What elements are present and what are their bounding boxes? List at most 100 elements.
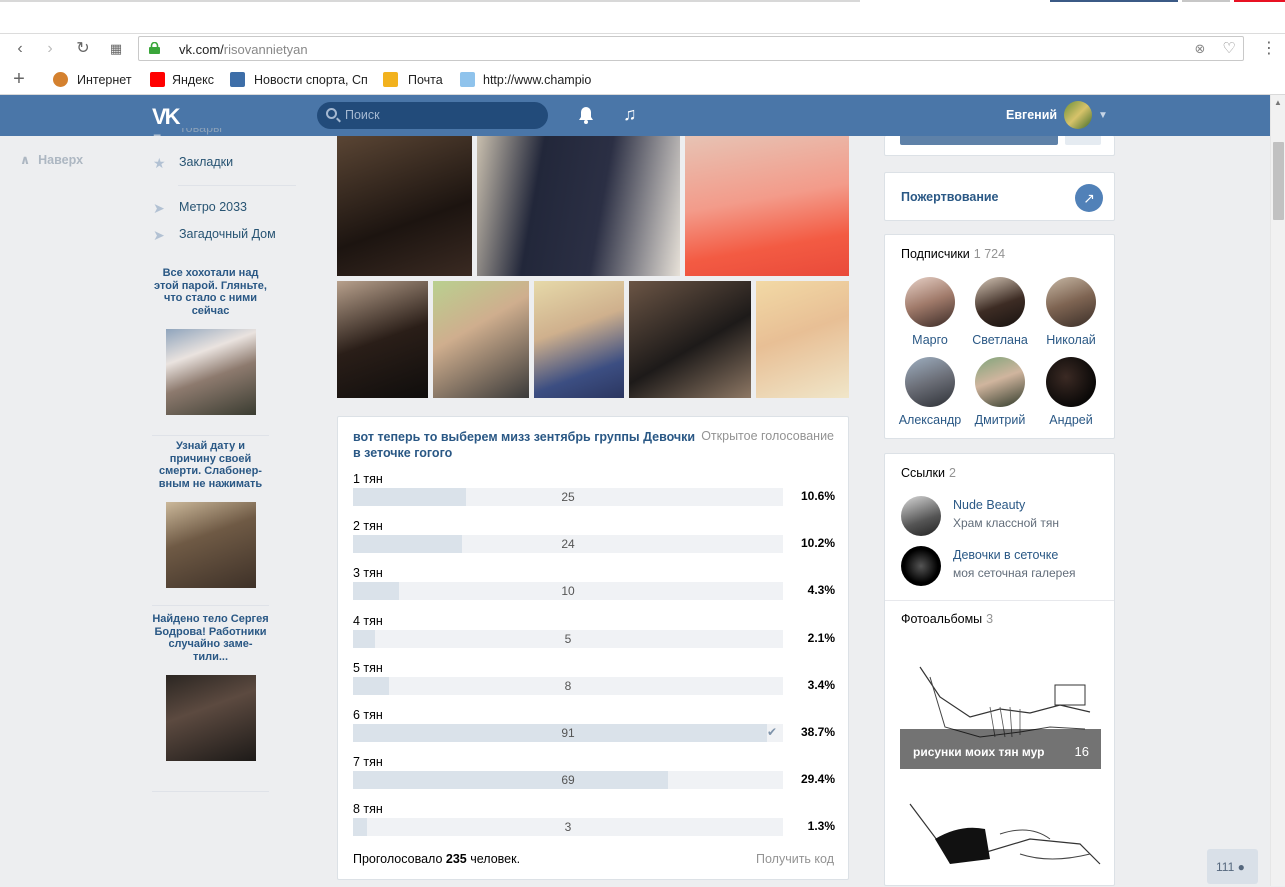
scroll-up-icon[interactable]: ▲ [1274,98,1282,107]
poll-option-bar[interactable]: 3 [353,818,783,836]
reload-icon[interactable]: ↻ [73,39,93,59]
subscribers-header[interactable]: Подписчики 1 724 [901,247,1005,261]
online-counter[interactable]: 111 ● [1207,849,1258,884]
ad-block[interactable]: Найдено тело Сергея Бодрова! Работники с… [152,613,269,762]
subscriber[interactable]: Дмитрий [968,357,1032,427]
tabs-grid-icon[interactable]: ▦ [106,39,126,59]
subscriber[interactable]: Андрей [1039,357,1103,427]
subscriber-name[interactable]: Светлана [968,333,1032,347]
ad-image[interactable] [165,502,256,589]
back-to-top-label: Наверх [38,153,84,167]
donate-card[interactable]: Пожертвование ↗ [884,172,1115,221]
album-cover[interactable]: рисунки моих тян мур 16 [900,637,1101,769]
poll-option[interactable]: 6 тян 91 ✔ 38.7% [353,708,835,742]
address-bar[interactable]: vk.com/risovannietyan ⊗ ♡ [138,36,1244,61]
album-cover[interactable] [900,784,1101,887]
link-title[interactable]: Nude Beauty [953,498,1025,512]
subscriber-name[interactable]: Александр [898,413,962,427]
avatar[interactable] [905,357,955,407]
poll-option[interactable]: 7 тян 69 29.4% [353,755,835,789]
ad-block[interactable]: Узнай дату и причину своей смерти. Слабо… [152,440,269,589]
poll-option[interactable]: 5 тян 8 3.4% [353,661,835,695]
poll-option-bar[interactable]: 8 [353,677,783,695]
subscriber[interactable]: Светлана [968,277,1032,347]
back-to-top-link[interactable]: ∧ Наверх [20,152,83,167]
wall-photo[interactable] [685,136,849,276]
albums-header[interactable]: Фотоальбомы 3 [901,612,993,626]
wall-photo[interactable] [756,281,849,398]
ad-image[interactable] [165,675,256,762]
url-host: vk.com/ [179,42,224,57]
poll-option[interactable]: 3 тян 10 4.3% [353,566,835,600]
left-menu-item[interactable]: Метро 2033 [179,200,247,214]
bookmark-3[interactable]: Новости спорта, Сп [254,73,368,87]
wall-photo[interactable] [337,281,428,398]
subscriber-name[interactable]: Андрей [1039,413,1103,427]
poll-option-bar[interactable]: 91 ✔ [353,724,783,742]
bookmark-1[interactable]: Интернет [77,73,132,87]
poll-option[interactable]: 4 тян 5 2.1% [353,614,835,648]
left-menu-item[interactable]: Закладки [179,155,233,169]
scrollbar[interactable]: ▲ [1270,95,1285,886]
ad-text[interactable]: Найдено тело Сергея Бодрова! Работники с… [152,613,269,663]
left-menu-item[interactable]: Загадочный Дом [179,227,276,241]
subscriber-name[interactable]: Марго [898,333,962,347]
ad-text[interactable]: Узнай дату и причину своей смерти. Слабо… [152,440,269,490]
bookmark-2[interactable]: Яндекс [172,73,214,87]
search-input[interactable]: Поиск [317,102,548,129]
chevron-down-icon[interactable]: ▼ [1098,110,1108,121]
poll-option-bar[interactable]: 24 [353,535,783,553]
poll-option-bar[interactable]: 69 [353,771,783,789]
primary-action-button[interactable] [900,136,1058,145]
left-menu-item[interactable]: Товары [179,128,222,136]
get-code-link[interactable]: Получить код [756,852,834,866]
subscriber-name[interactable]: Дмитрий [968,413,1032,427]
wall-photo[interactable] [534,281,624,398]
avatar[interactable] [901,546,941,586]
poll-option-bar[interactable]: 25 [353,488,783,506]
heart-icon[interactable]: ♡ [1221,41,1237,57]
wall-photo[interactable] [629,281,751,398]
poll-option[interactable]: 2 тян 24 10.2% [353,519,835,553]
back-icon[interactable]: ‹ [10,39,30,59]
avatar[interactable] [905,277,955,327]
avatar[interactable] [1046,357,1096,407]
subscriber[interactable]: Александр [898,357,962,427]
ad-text[interactable]: Все хохотали над этой парой. Гляньте, чт… [152,267,269,317]
avatar[interactable] [975,277,1025,327]
wall-photo[interactable] [477,136,680,276]
more-button[interactable] [1065,136,1101,145]
protect-icon[interactable]: ⊗ [1192,41,1208,57]
poll-option-percent: 10.2% [800,536,835,550]
bell-icon[interactable] [578,106,594,124]
wall-photo[interactable] [433,281,529,398]
user-name[interactable]: Евгений [1006,108,1057,122]
subscriber[interactable]: Марго [898,277,962,347]
forward-icon[interactable]: › [40,39,60,59]
subscriber-name[interactable]: Николай [1039,333,1103,347]
poll-option-bar[interactable]: 5 [353,630,783,648]
subscriber[interactable]: Николай [1039,277,1103,347]
poll-option[interactable]: 1 тян 25 10.6% [353,472,835,506]
poll-option-bar[interactable]: 10 [353,582,783,600]
bookmark-5[interactable]: http://www.champio [483,73,591,87]
music-icon[interactable]: ♫ [623,104,637,125]
links-header[interactable]: Ссылки 2 [901,466,956,480]
bookmark-4[interactable]: Почта [408,73,443,87]
avatar[interactable] [975,357,1025,407]
add-bookmark-icon[interactable]: + [9,69,29,89]
scroll-thumb[interactable] [1273,142,1284,220]
avatar[interactable] [1064,101,1092,129]
ad-image[interactable] [165,329,256,416]
poll-option[interactable]: 8 тян 3 1.3% [353,802,835,836]
ad-block[interactable]: Все хохотали над этой парой. Гляньте, чт… [152,267,269,416]
links-card: Ссылки 2 Nude Beauty Храм классной тян Дево… [884,453,1115,886]
vk-logo[interactable]: vk [152,104,181,130]
link-title[interactable]: Девочки в сеточке [953,548,1058,562]
avatar[interactable] [1046,277,1096,327]
menu-icon[interactable]: ⋮ [1259,39,1279,59]
wall-photo[interactable] [337,136,472,276]
counter-value: 111 [1216,860,1235,874]
avatar[interactable] [901,496,941,536]
poll-card: вот теперь то выберем мизз зентябрь груп… [337,416,849,880]
